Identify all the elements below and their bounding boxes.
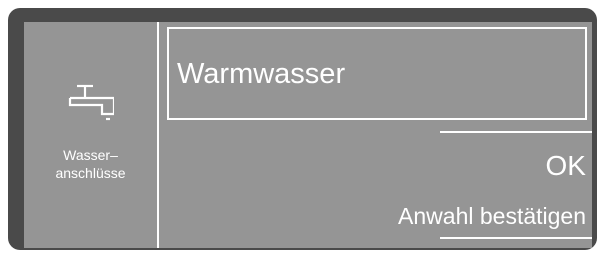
confirm-rule-bottom xyxy=(440,237,592,239)
display-screen: Wasser– anschlüsse Warmwasser OK Anwahl … xyxy=(24,22,592,248)
water-tap-icon xyxy=(68,84,114,121)
sidebar-panel: Wasser– anschlüsse xyxy=(24,22,157,248)
sidebar-label-line2: anschlüsse xyxy=(55,165,126,181)
sidebar-label-line1: Wasser– xyxy=(63,147,118,163)
selected-option-label: Warmwasser xyxy=(177,58,346,90)
confirm-rule-top xyxy=(440,131,592,133)
confirm-hint: Anwahl bestätigen xyxy=(398,203,586,229)
selected-option[interactable]: Warmwasser xyxy=(167,27,587,120)
sidebar-label: Wasser– anschlüsse xyxy=(24,146,157,182)
vertical-divider xyxy=(157,22,159,248)
ok-button[interactable]: OK xyxy=(546,150,586,182)
